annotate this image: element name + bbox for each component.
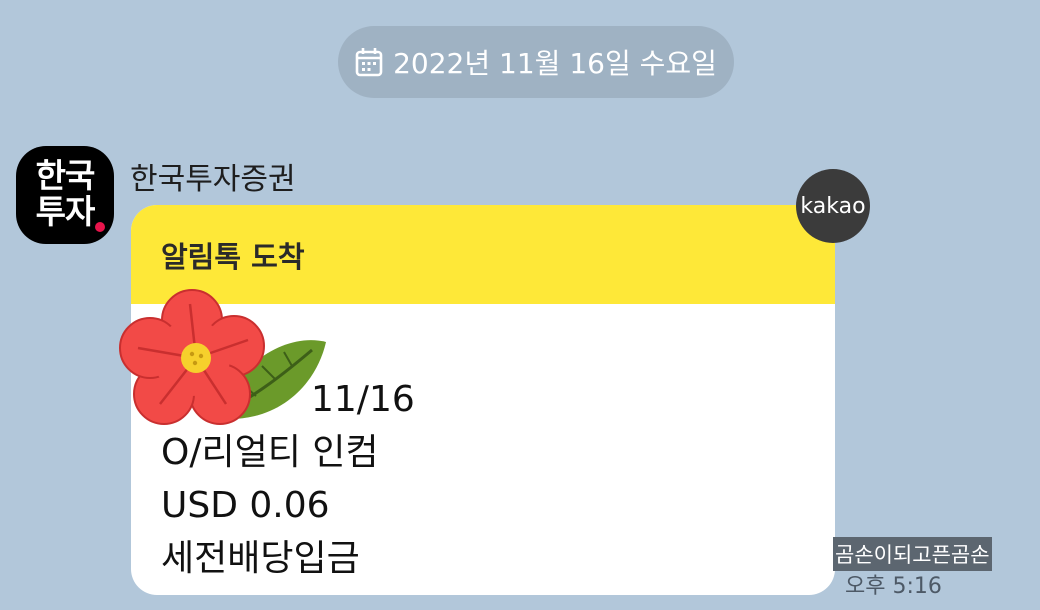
sticker-caption: 곰손이되고픈곰손 [833,537,992,571]
date-text: 2022년 11월 16일 수요일 [393,47,717,80]
message-time: 오후 5:16 [845,574,942,599]
kakao-badge: kakao [796,169,870,243]
avatar-logo-text: 한국 투자 [35,156,96,231]
avatar-logo-dot [95,222,105,232]
date-divider: 2022년 11월 16일 수요일 [338,26,734,98]
flower-sticker-icon [119,289,326,425]
calendar-icon [355,48,383,77]
message-line: USD 0.06 [161,485,330,526]
message-line: 세전배당입금 [161,538,360,579]
sender-name: 한국투자증권 [130,162,296,197]
